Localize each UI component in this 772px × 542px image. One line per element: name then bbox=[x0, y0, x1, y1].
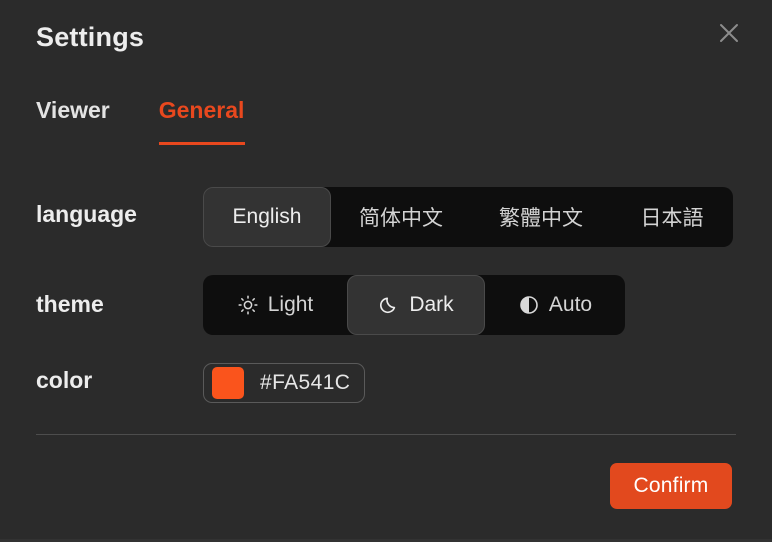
tab-general[interactable]: General bbox=[158, 97, 246, 146]
theme-option-label: Dark bbox=[409, 293, 454, 316]
language-label: language bbox=[36, 201, 137, 227]
language-option-label: 繁體中文 bbox=[499, 207, 583, 230]
setting-row-color: color #FA541C bbox=[0, 363, 772, 403]
color-swatch[interactable] bbox=[212, 367, 244, 399]
language-option-ja[interactable]: 日本語 bbox=[611, 187, 733, 247]
theme-option-label: Auto bbox=[548, 293, 593, 316]
tab-viewer[interactable]: Viewer bbox=[36, 97, 110, 145]
page-title: Settings bbox=[36, 22, 145, 52]
half-circle-icon bbox=[518, 294, 540, 316]
theme-option-dark[interactable]: Dark bbox=[347, 275, 485, 335]
theme-option-label: Light bbox=[267, 293, 314, 316]
color-value: #FA541C bbox=[260, 371, 351, 394]
setting-row-theme: theme Light Dark Auto bbox=[0, 275, 772, 335]
settings-tabs: Viewer General bbox=[36, 97, 246, 146]
setting-row-language: language English 简体中文 繁體中文 日本語 bbox=[0, 187, 772, 247]
close-icon bbox=[718, 22, 740, 44]
theme-label: theme bbox=[36, 291, 104, 317]
language-option-label: 日本語 bbox=[640, 207, 704, 230]
language-option-label: English bbox=[232, 205, 302, 228]
moon-icon bbox=[378, 294, 400, 316]
language-option-zh-hans[interactable]: 简体中文 bbox=[331, 187, 471, 247]
theme-option-light[interactable]: Light bbox=[203, 275, 347, 335]
color-label: color bbox=[36, 367, 93, 393]
language-option-english[interactable]: English bbox=[203, 187, 331, 247]
sun-icon bbox=[237, 294, 259, 316]
language-segmented-control: English 简体中文 繁體中文 日本語 bbox=[203, 187, 733, 247]
theme-segmented-control: Light Dark Auto bbox=[203, 275, 625, 335]
color-picker[interactable]: #FA541C bbox=[203, 363, 366, 403]
confirm-button[interactable]: Confirm bbox=[610, 463, 732, 509]
theme-option-auto[interactable]: Auto bbox=[485, 275, 625, 335]
language-option-zh-hant[interactable]: 繁體中文 bbox=[471, 187, 611, 247]
close-button[interactable] bbox=[714, 18, 744, 48]
footer-divider bbox=[36, 434, 736, 435]
language-option-label: 简体中文 bbox=[359, 207, 443, 230]
settings-dialog: Settings Viewer General language English… bbox=[0, 0, 772, 542]
